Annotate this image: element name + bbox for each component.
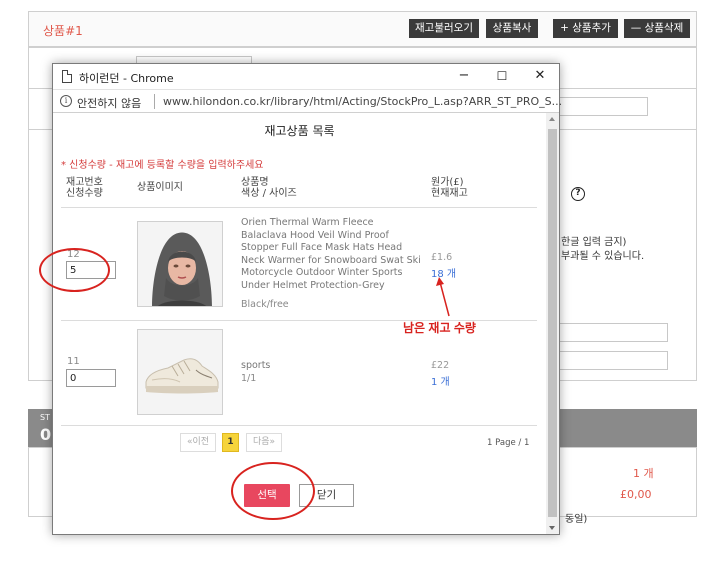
- header-image: 상품이미지: [137, 182, 183, 193]
- qty-input[interactable]: [66, 369, 116, 387]
- qty-notice: * 신청수량 - 재고에 등록할 수량을 입력하주세요: [61, 160, 264, 171]
- product-option: 1/1: [241, 373, 257, 384]
- info-icon[interactable]: i: [60, 95, 72, 107]
- insecure-label: 안전하지 않음: [77, 97, 142, 110]
- product-name: Orien Thermal Warm Fleece Balaclava Hood…: [241, 217, 421, 291]
- help-icon[interactable]: ?: [571, 187, 585, 201]
- korean-input-warning: 한글 입력 금지): [561, 237, 627, 248]
- maximize-button[interactable]: ☐: [487, 67, 517, 85]
- page-info: 1 Page / 1: [487, 438, 530, 448]
- load-stock-button[interactable]: 재고불러오기: [409, 19, 479, 38]
- qty-highlight-circle: [39, 248, 110, 292]
- copy-product-button[interactable]: 상품복사: [486, 19, 538, 38]
- bg-qty-label: 1 개: [633, 467, 654, 480]
- close-window-button[interactable]: ✕: [525, 67, 555, 85]
- header-name: 상품명 색상 / 사이즈: [241, 177, 297, 199]
- address-bar[interactable]: i 안전하지 않음 www.hilondon.co.kr/library/htm…: [53, 89, 562, 113]
- prev-page-button[interactable]: «이전: [180, 433, 216, 452]
- bg-st-label: ST: [40, 413, 50, 422]
- current-page[interactable]: 1: [222, 433, 239, 452]
- window-title: 하이런던 - Chrome: [79, 72, 174, 85]
- product-price: £22: [431, 360, 450, 371]
- next-page-button[interactable]: 다음»: [246, 433, 282, 452]
- chrome-popup-window: 하이런던 - Chrome − ☐ ✕ i 안전하지 않음 www.hilond…: [52, 63, 562, 535]
- add-product-button[interactable]: + 상품추가: [553, 19, 618, 38]
- popup-title: 재고상품 목록: [264, 124, 335, 138]
- header-stock-no: 재고번호 신청수량: [66, 177, 103, 199]
- scroll-up-icon[interactable]: [549, 117, 555, 121]
- product-image: [137, 329, 223, 415]
- scrollbar[interactable]: [546, 113, 559, 534]
- header-price: 원가(£) 현재재고: [431, 177, 468, 199]
- product-title: 상품#1: [43, 24, 83, 38]
- product-price: £1.6: [431, 252, 453, 263]
- url-text[interactable]: www.hilondon.co.kr/library/html/Acting/S…: [163, 95, 562, 108]
- balaclava-image: [138, 222, 222, 306]
- bg-input-4[interactable]: [558, 351, 668, 370]
- product-name: sports: [241, 360, 271, 371]
- select-highlight-circle: [231, 462, 315, 520]
- row-divider: [61, 425, 537, 426]
- annotation-arrow-icon: [436, 277, 450, 317]
- bg-input-2[interactable]: [558, 97, 648, 116]
- product-stock: 1 개: [431, 377, 450, 388]
- window-titlebar: 하이런던 - Chrome − ☐ ✕: [53, 64, 559, 89]
- page-icon: [62, 70, 72, 83]
- annotation-label: 남은 재고 수량: [403, 321, 476, 335]
- scrollbar-thumb[interactable]: [548, 129, 557, 517]
- product-option: Black/free: [241, 299, 289, 310]
- product-image: [137, 221, 223, 307]
- bg-price-label: £0,00: [620, 488, 652, 501]
- minimize-button[interactable]: −: [449, 67, 479, 85]
- bg-zero-label: 0: [40, 425, 52, 444]
- scroll-down-icon[interactable]: [549, 526, 555, 530]
- bg-same-label: 동일): [565, 514, 588, 525]
- charge-notice: 부과될 수 있습니다.: [561, 251, 645, 262]
- header-divider: [61, 207, 537, 208]
- delete-product-button[interactable]: — 상품삭제: [624, 19, 690, 38]
- bg-input-3[interactable]: [558, 323, 668, 342]
- sneaker-image: [138, 330, 222, 414]
- address-separator: [154, 94, 155, 109]
- row-stock-no: 11: [67, 356, 80, 367]
